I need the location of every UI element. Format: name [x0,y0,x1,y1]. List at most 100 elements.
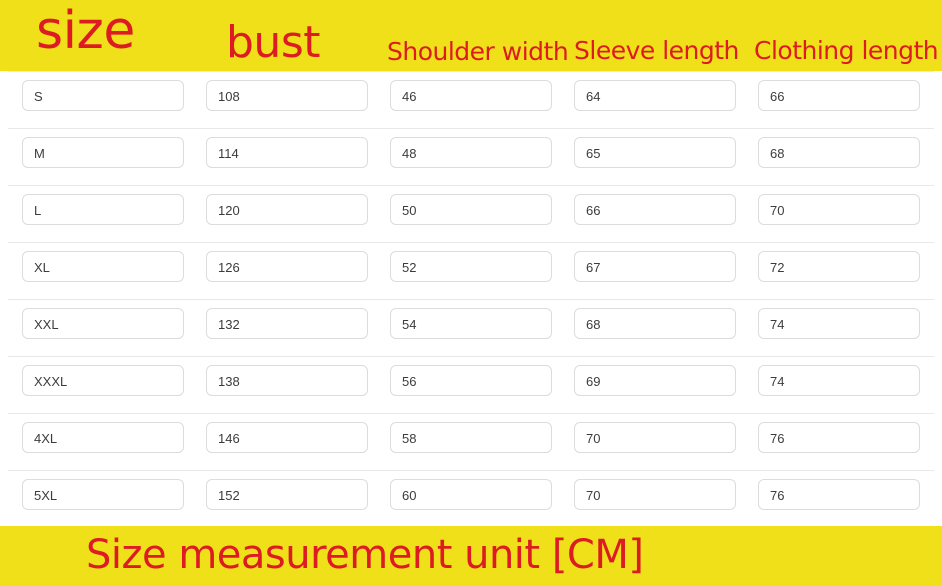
size-cell[interactable]: S [22,80,184,111]
column-header-size: size [36,1,135,61]
cell-value: 68 [586,317,601,332]
row-separator [8,185,934,186]
cell-value: 4XL [34,431,58,446]
cell-value: 66 [586,203,601,218]
cell-value: XXXL [34,374,68,389]
cell-value: 5XL [34,488,58,503]
measurement-cell[interactable]: 67 [574,251,736,282]
table-row: S 108 46 64 66 [0,71,942,128]
row-separator [8,128,934,129]
row-separator [8,242,934,243]
measurement-cell[interactable]: 120 [206,194,368,225]
measurement-cell[interactable]: 66 [574,194,736,225]
size-cell[interactable]: L [22,194,184,225]
measurement-cell[interactable]: 48 [390,137,552,168]
cell-value: 67 [586,260,601,275]
measurement-cell[interactable]: 114 [206,137,368,168]
measurement-cell[interactable]: 132 [206,308,368,339]
measurement-cell[interactable]: 46 [390,80,552,111]
size-chart-footer-band: Size measurement unit [CM] [0,526,942,586]
measurement-cell[interactable]: 64 [574,80,736,111]
measurement-cell[interactable]: 60 [390,479,552,510]
measurement-cell[interactable]: 54 [390,308,552,339]
measurement-cell[interactable]: 126 [206,251,368,282]
table-row: XL 126 52 67 72 [0,242,942,299]
cell-value: 138 [218,374,240,389]
cell-value: 70 [770,203,785,218]
cell-value: 48 [402,146,417,161]
size-cell[interactable]: M [22,137,184,168]
cell-value: 65 [586,146,601,161]
cell-value: 69 [586,374,601,389]
cell-value: 70 [586,431,601,446]
measurement-cell[interactable]: 68 [574,308,736,339]
cell-value: 52 [402,260,417,275]
cell-value: 76 [770,488,785,503]
cell-value: 132 [218,317,240,332]
cell-value: XL [34,260,50,275]
cell-value: 74 [770,374,785,389]
cell-value: 114 [218,146,239,161]
column-header-shoulder-width: Shoulder width [387,37,569,66]
cell-value: 152 [218,488,240,503]
cell-value: XXL [34,317,59,332]
measurement-cell[interactable]: 69 [574,365,736,396]
cell-value: 146 [218,431,240,446]
row-separator [8,413,934,414]
row-separator [8,356,934,357]
row-separator [8,299,934,300]
size-chart-table: S 108 46 64 66 M 114 48 65 68 L 120 50 66 70 XL 126 52 67 7… [0,71,942,526]
measurement-cell[interactable]: 74 [758,365,920,396]
cell-value: 68 [770,146,785,161]
measurement-cell[interactable]: 70 [758,194,920,225]
cell-value: 46 [402,89,417,104]
column-header-clothing-length: Clothing length [754,36,939,65]
measurement-cell[interactable]: 152 [206,479,368,510]
size-cell[interactable]: 4XL [22,422,184,453]
measurement-cell[interactable]: 66 [758,80,920,111]
measurement-cell[interactable]: 76 [758,422,920,453]
measurement-cell[interactable]: 70 [574,479,736,510]
cell-value: 72 [770,260,785,275]
measurement-cell[interactable]: 146 [206,422,368,453]
table-row: XXL 132 54 68 74 [0,299,942,356]
measurement-cell[interactable]: 56 [390,365,552,396]
row-separator [8,470,934,471]
cell-value: 56 [402,374,417,389]
measurement-cell[interactable]: 68 [758,137,920,168]
measurement-cell[interactable]: 74 [758,308,920,339]
measurement-cell[interactable]: 70 [574,422,736,453]
measurement-cell[interactable]: 65 [574,137,736,168]
cell-value: 76 [770,431,785,446]
cell-value: S [34,89,43,104]
size-cell[interactable]: XXL [22,308,184,339]
cell-value: 108 [218,89,240,104]
measurement-cell[interactable]: 138 [206,365,368,396]
table-row: XXXL 138 56 69 74 [0,356,942,413]
measurement-cell[interactable]: 76 [758,479,920,510]
table-row: M 114 48 65 68 [0,128,942,185]
cell-value: 126 [218,260,240,275]
size-chart-header-band: size bust Shoulder width Sleeve length C… [0,0,942,71]
cell-value: 70 [586,488,601,503]
cell-value: M [34,146,45,161]
measurement-cell[interactable]: 58 [390,422,552,453]
measurement-cell[interactable]: 108 [206,80,368,111]
table-row: 4XL 146 58 70 76 [0,413,942,470]
size-cell[interactable]: XL [22,251,184,282]
column-header-bust: bust [226,17,321,68]
table-row: L 120 50 66 70 [0,185,942,242]
table-row: 5XL 152 60 70 76 [0,470,942,527]
cell-value: 60 [402,488,417,503]
measurement-cell[interactable]: 50 [390,194,552,225]
size-cell[interactable]: 5XL [22,479,184,510]
cell-value: L [34,203,42,218]
row-separator [8,71,934,72]
column-header-sleeve-length: Sleeve length [574,36,739,65]
size-cell[interactable]: XXXL [22,365,184,396]
cell-value: 120 [218,203,240,218]
cell-value: 50 [402,203,417,218]
measurement-cell[interactable]: 72 [758,251,920,282]
measurement-cell[interactable]: 52 [390,251,552,282]
cell-value: 54 [402,317,417,332]
